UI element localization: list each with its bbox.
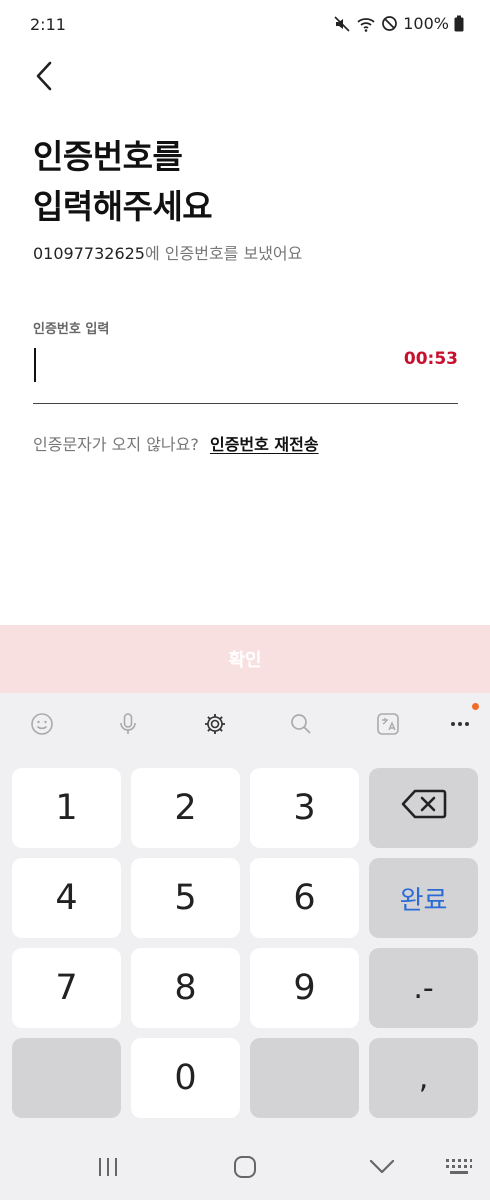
wifi-icon [356,15,376,33]
resend-code-link[interactable]: 인증번호 재전송 [210,435,319,454]
chevron-left-icon [34,61,54,95]
text-caret [34,348,36,382]
keyboard-icon[interactable] [434,1151,484,1183]
key-8[interactable]: 8 [131,948,240,1028]
page-title-line1: 인증번호를 [33,137,183,176]
blank-key-left [12,1038,121,1118]
key-0[interactable]: 0 [131,1038,240,1118]
resend-prompt: 인증문자가 오지 않나요? [33,435,199,454]
backspace-icon [401,788,447,829]
subtitle-suffix: 에 인증번호를 보냈어요 [144,244,303,263]
settings-icon[interactable] [195,704,235,744]
subtitle: 01097732625에 인증번호를 보냈어요 [33,240,302,264]
nav-back-icon[interactable] [357,1151,407,1183]
backspace-key[interactable] [369,768,478,848]
resend-row: 인증문자가 오지 않나요? 인증번호 재전송 [33,431,319,455]
code-field-label: 인증번호 입력 [33,322,110,337]
do-not-disturb-icon [381,15,398,32]
key-2[interactable]: 2 [131,768,240,848]
home-icon[interactable] [220,1151,270,1183]
more-icon[interactable] [440,704,480,744]
search-icon[interactable] [281,704,321,744]
mute-icon [333,15,351,33]
mic-icon[interactable] [108,704,148,744]
code-input-row: 00:53 [33,340,458,404]
key-5[interactable]: 5 [131,858,240,938]
dot-dash-key[interactable]: .- [369,948,478,1028]
done-key-label: 완료 [399,885,448,916]
phone-number: 01097732625 [33,244,145,263]
notification-dot [472,703,479,710]
battery-icon [454,15,464,32]
translate-icon[interactable] [368,704,408,744]
keyboard-toolbar [0,693,490,753]
page-title: 인증번호를 입력해주세요 [33,132,213,232]
emoji-icon[interactable] [22,704,62,744]
countdown-timer: 00:53 [403,349,458,369]
code-input[interactable] [33,346,373,390]
key-1[interactable]: 1 [12,768,121,848]
key-6[interactable]: 6 [250,858,359,938]
key-3[interactable]: 3 [250,768,359,848]
system-nav-bar [0,1133,490,1200]
comma-key[interactable]: , [369,1038,478,1118]
blank-key-right [250,1038,359,1118]
key-9[interactable]: 9 [250,948,359,1028]
status-time: 2:11 [30,15,66,34]
key-4[interactable]: 4 [12,858,121,938]
back-button[interactable] [26,58,62,98]
status-icons: 100% [333,14,464,33]
done-key[interactable]: 완료 [369,858,478,938]
recent-apps-icon[interactable] [83,1151,133,1183]
key-7[interactable]: 7 [12,948,121,1028]
status-bar: 2:11 100% [0,0,490,52]
confirm-button[interactable]: 확인 [0,625,490,693]
page-title-line2: 입력해주세요 [33,187,213,226]
numeric-keyboard: 1 2 3 4 5 6 완료 7 8 9 .- 0 , [0,693,490,1200]
battery-percent: 100% [403,14,449,33]
